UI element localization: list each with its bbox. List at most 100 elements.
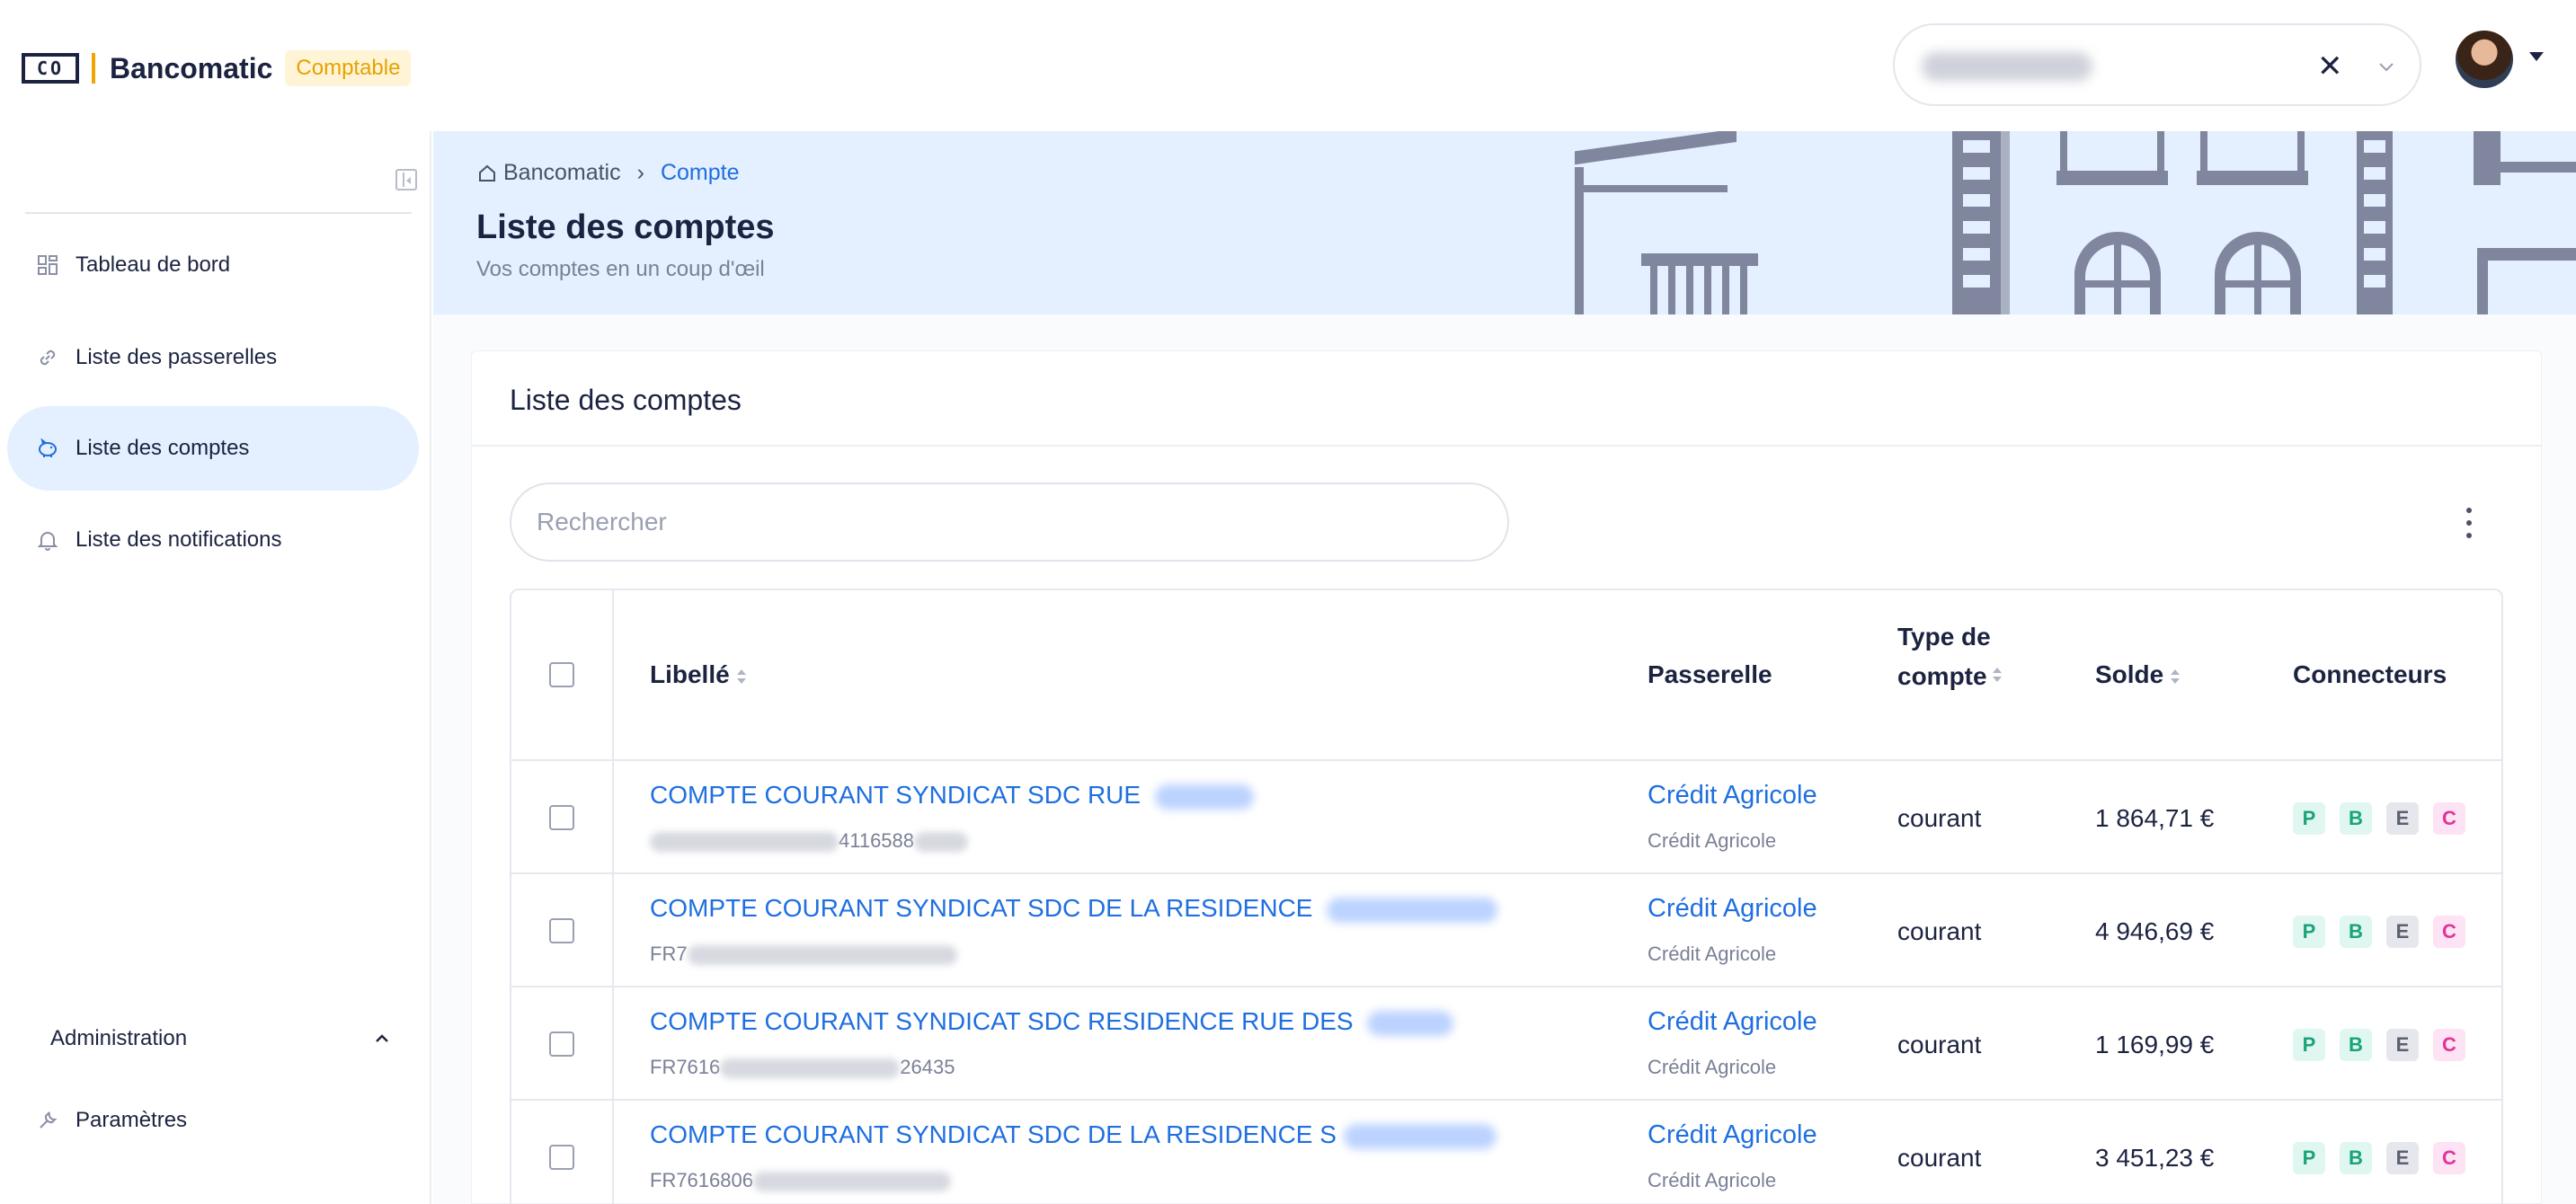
connector-badges: P B E C	[2293, 1142, 2465, 1174]
column-divider	[612, 761, 614, 874]
sort-icon[interactable]	[2171, 668, 2181, 684]
gateway-subtext: Crédit Agricole	[1648, 943, 1777, 965]
chevron-down-icon[interactable]	[2371, 52, 2402, 83]
top-bar: CO Bancomatic Comptable ✕	[0, 0, 2576, 131]
connector-badge-c[interactable]: C	[2433, 1029, 2465, 1061]
sidebar-item-accounts[interactable]: Liste des comptes	[7, 406, 419, 491]
account-balance: 1 864,71 €	[2095, 804, 2215, 832]
account-type: courant	[1897, 917, 1982, 945]
gateway-link[interactable]: Crédit Agricole	[1648, 781, 1817, 810]
sidebar-item-settings[interactable]: Paramètres	[7, 1078, 419, 1163]
connector-badge-b[interactable]: B	[2340, 1142, 2372, 1174]
avatar[interactable]	[2456, 31, 2513, 88]
home-icon[interactable]	[476, 163, 498, 184]
sidebar: Tableau de bord Liste des passerelles Li…	[0, 131, 431, 1204]
sort-icon[interactable]	[1993, 668, 2002, 682]
connector-badge-e[interactable]: E	[2386, 802, 2419, 835]
table-row[interactable]: COMPTE COURANT SYNDICAT SDC RUE 4116588 …	[511, 761, 2501, 874]
connector-badge-p[interactable]: P	[2293, 916, 2325, 948]
collapse-sidebar-icon[interactable]	[395, 169, 417, 190]
sidebar-item-dashboard[interactable]: Tableau de bord	[7, 223, 419, 307]
sidebar-divider	[25, 212, 412, 214]
iban-visible-part: FR7616806	[650, 1169, 753, 1191]
account-label-link[interactable]: COMPTE COURANT SYNDICAT SDC DE LA RESIDE…	[650, 894, 1498, 923]
redacted-text	[752, 1172, 951, 1192]
sidebar-item-label: Liste des passerelles	[76, 345, 278, 369]
connector-badges: P B E C	[2293, 802, 2465, 835]
column-divider	[612, 987, 614, 1101]
redacted-text	[1154, 783, 1254, 810]
table-row[interactable]: COMPTE COURANT SYNDICAT SDC RESIDENCE RU…	[511, 987, 2501, 1101]
table-row[interactable]: COMPTE COURANT SYNDICAT SDC DE LA RESIDE…	[511, 1101, 2501, 1204]
select-all-checkbox[interactable]	[549, 662, 574, 687]
app-logo[interactable]: CO Bancomatic Comptable	[22, 50, 412, 86]
gateway-subtext: Crédit Agricole	[1648, 1169, 1777, 1191]
sidebar-item-label: Liste des comptes	[76, 436, 250, 460]
account-label-text: COMPTE COURANT SYNDICAT SDC RESIDENCE RU…	[650, 1007, 1361, 1035]
column-header-passerelle: Passerelle	[1648, 660, 1772, 688]
redacted-text	[650, 832, 839, 853]
account-balance: 1 169,99 €	[2095, 1031, 2215, 1058]
account-label-text: COMPTE COURANT SYNDICAT SDC DE LA RESIDE…	[650, 1120, 1337, 1148]
column-header-solde[interactable]: Solde	[2095, 660, 2181, 689]
row-checkbox[interactable]	[549, 1145, 574, 1170]
redacted-text	[1367, 1010, 1454, 1036]
column-header-connecteurs: Connecteurs	[2293, 660, 2447, 688]
iban-visible-part: FR7	[650, 943, 688, 965]
connector-badge-c[interactable]: C	[2433, 916, 2465, 948]
account-balance: 3 451,23 €	[2095, 1144, 2215, 1172]
account-iban: FR7	[650, 943, 957, 966]
account-iban: FR7616 26435	[650, 1056, 955, 1079]
administration-label: Administration	[50, 1026, 188, 1050]
column-divider	[612, 1101, 614, 1204]
connector-badge-p[interactable]: P	[2293, 1142, 2325, 1174]
bell-icon	[36, 528, 59, 552]
administration-section-toggle[interactable]: Administration	[50, 1026, 392, 1051]
connector-badge-e[interactable]: E	[2386, 1142, 2419, 1174]
column-header-libelle[interactable]: Libellé	[650, 660, 746, 689]
account-selector[interactable]: ✕	[1893, 23, 2421, 106]
dashboard-icon	[36, 253, 59, 277]
caret-down-icon[interactable]	[2529, 52, 2544, 61]
search-input[interactable]	[510, 482, 1509, 562]
sidebar-item-notifications[interactable]: Liste des notifications	[7, 498, 419, 582]
table-row[interactable]: COMPTE COURANT SYNDICAT SDC DE LA RESIDE…	[511, 874, 2501, 987]
connector-badge-p[interactable]: P	[2293, 802, 2325, 835]
connector-badge-b[interactable]: B	[2340, 1029, 2372, 1061]
logo-mark: CO	[22, 53, 79, 84]
accounts-table: Libellé Passerelle Type de compte Solde …	[510, 589, 2503, 1204]
connector-badge-b[interactable]: B	[2340, 802, 2372, 835]
close-icon[interactable]: ✕	[2317, 49, 2343, 84]
sidebar-item-gateways[interactable]: Liste des passerelles	[7, 315, 419, 400]
row-checkbox[interactable]	[549, 805, 574, 830]
connector-badge-b[interactable]: B	[2340, 916, 2372, 948]
more-options-icon[interactable]	[2464, 508, 2474, 538]
gateway-link[interactable]: Crédit Agricole	[1648, 1120, 1817, 1150]
account-label-link[interactable]: COMPTE COURANT SYNDICAT SDC DE LA RESIDE…	[650, 1120, 1497, 1149]
sort-icon[interactable]	[736, 668, 746, 684]
column-header-type[interactable]: Type de compte	[1897, 617, 1996, 696]
connector-badge-c[interactable]: C	[2433, 802, 2465, 835]
connector-badge-e[interactable]: E	[2386, 1029, 2419, 1061]
account-label-text: COMPTE COURANT SYNDICAT SDC DE LA RESIDE…	[650, 894, 1320, 922]
redacted-text	[687, 945, 957, 966]
page-subtitle: Vos comptes en un coup d'œil	[476, 257, 765, 281]
row-checkbox[interactable]	[549, 918, 574, 943]
account-type: courant	[1897, 804, 1982, 832]
chevron-right-icon: ›	[636, 160, 644, 185]
account-label-link[interactable]: COMPTE COURANT SYNDICAT SDC RUE	[650, 781, 1254, 810]
connector-badge-e[interactable]: E	[2386, 916, 2419, 948]
connector-badge-c[interactable]: C	[2433, 1142, 2465, 1174]
breadcrumb-home[interactable]: Bancomatic	[503, 160, 621, 186]
app-name: Bancomatic	[110, 51, 273, 84]
gateway-link[interactable]: Crédit Agricole	[1648, 1007, 1817, 1037]
gateway-link[interactable]: Crédit Agricole	[1648, 894, 1817, 924]
accounts-card: Liste des comptes Libellé Passerelle Typ…	[471, 350, 2542, 1204]
breadcrumb-current[interactable]: Compte	[661, 160, 740, 186]
gateway-subtext: Crédit Agricole	[1648, 1056, 1777, 1078]
account-label-link[interactable]: COMPTE COURANT SYNDICAT SDC RESIDENCE RU…	[650, 1007, 1454, 1036]
chevron-up-icon	[376, 1034, 388, 1042]
link-icon	[36, 346, 59, 369]
row-checkbox[interactable]	[549, 1031, 574, 1057]
connector-badge-p[interactable]: P	[2293, 1029, 2325, 1061]
